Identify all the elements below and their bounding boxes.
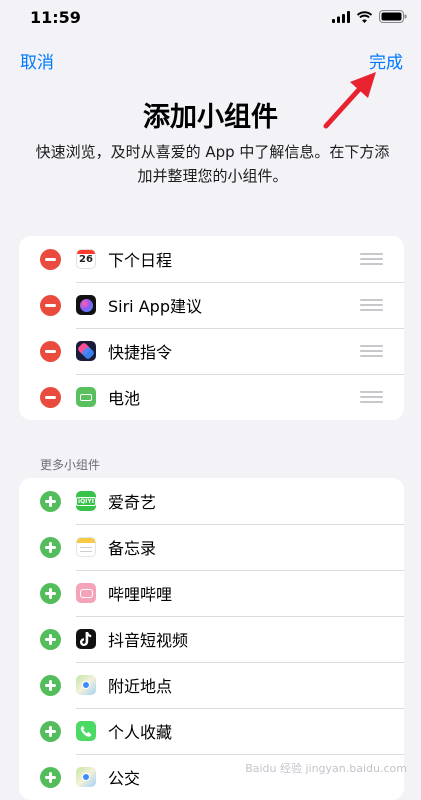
list-item: 备忘录 bbox=[19, 524, 404, 570]
more-widgets-list: iQIYI 爱奇艺 备忘录 哔哩哔哩 抖音短视频 附近地点 个人收藏 公交 bbox=[19, 478, 404, 800]
add-icon[interactable] bbox=[40, 536, 61, 558]
add-icon[interactable] bbox=[40, 490, 61, 512]
wifi-icon bbox=[356, 10, 373, 23]
watermark: Baidu 经验 jingyan.baidu.com bbox=[245, 762, 407, 775]
add-icon[interactable] bbox=[40, 582, 61, 604]
iqiyi-icon: iQIYI bbox=[76, 491, 96, 511]
remove-icon[interactable] bbox=[40, 294, 61, 316]
widget-label: 备忘录 bbox=[108, 539, 157, 558]
widget-label: 下个日程 bbox=[108, 251, 173, 270]
list-item: 抖音短视频 bbox=[19, 616, 404, 662]
add-icon[interactable] bbox=[40, 674, 61, 696]
bilibili-icon bbox=[76, 583, 96, 603]
battery-icon bbox=[379, 10, 407, 23]
list-item: iQIYI 爱奇艺 bbox=[19, 478, 404, 524]
reorder-handle-icon[interactable] bbox=[360, 299, 383, 311]
active-widgets-list: 26 下个日程 Siri App建议 快捷指令 电池 bbox=[19, 236, 404, 420]
battery-widget-icon bbox=[76, 387, 96, 407]
status-bar: 11:59 bbox=[0, 0, 421, 36]
widget-label: 快捷指令 bbox=[108, 343, 173, 362]
cancel-button[interactable]: 取消 bbox=[20, 48, 54, 73]
reorder-handle-icon[interactable] bbox=[360, 345, 383, 357]
douyin-icon bbox=[76, 629, 96, 649]
list-item: 电池 bbox=[19, 374, 404, 420]
reorder-handle-icon[interactable] bbox=[360, 391, 383, 403]
transit-maps-icon bbox=[76, 767, 96, 787]
remove-icon[interactable] bbox=[40, 248, 61, 270]
reorder-handle-icon[interactable] bbox=[360, 253, 383, 265]
page-subtitle: 快速浏览，及时从喜爱的 App 中了解信息。在下方添加并整理您的小组件。 bbox=[35, 143, 390, 185]
status-time: 11:59 bbox=[30, 8, 81, 27]
list-item: 26 下个日程 bbox=[19, 236, 404, 282]
add-icon[interactable] bbox=[40, 628, 61, 650]
page-title: 添加小组件 bbox=[143, 102, 278, 133]
remove-icon[interactable] bbox=[40, 386, 61, 408]
phone-icon bbox=[76, 721, 96, 741]
widget-label: 爱奇艺 bbox=[108, 493, 157, 512]
remove-icon[interactable] bbox=[40, 340, 61, 362]
add-icon[interactable] bbox=[40, 720, 61, 742]
list-item: 哔哩哔哩 bbox=[19, 570, 404, 616]
status-icons bbox=[332, 10, 407, 23]
cellular-signal-icon bbox=[332, 10, 350, 23]
widget-label: 电池 bbox=[108, 389, 141, 408]
shortcuts-icon bbox=[76, 341, 96, 361]
more-widgets-header: 更多小组件 bbox=[40, 458, 101, 472]
list-item: 个人收藏 bbox=[19, 708, 404, 754]
list-item: Siri App建议 bbox=[19, 282, 404, 328]
widget-label: 抖音短视频 bbox=[108, 631, 189, 650]
widget-label: Siri App建议 bbox=[108, 297, 202, 316]
list-item: 快捷指令 bbox=[19, 328, 404, 374]
add-icon[interactable] bbox=[40, 766, 61, 788]
widget-label: 个人收藏 bbox=[108, 723, 173, 742]
widget-label: 哔哩哔哩 bbox=[108, 585, 173, 604]
notes-icon bbox=[76, 537, 96, 557]
siri-icon bbox=[76, 295, 96, 315]
widget-label: 附近地点 bbox=[108, 677, 173, 696]
calendar-icon: 26 bbox=[76, 249, 96, 269]
maps-icon bbox=[76, 675, 96, 695]
list-item: 附近地点 bbox=[19, 662, 404, 708]
